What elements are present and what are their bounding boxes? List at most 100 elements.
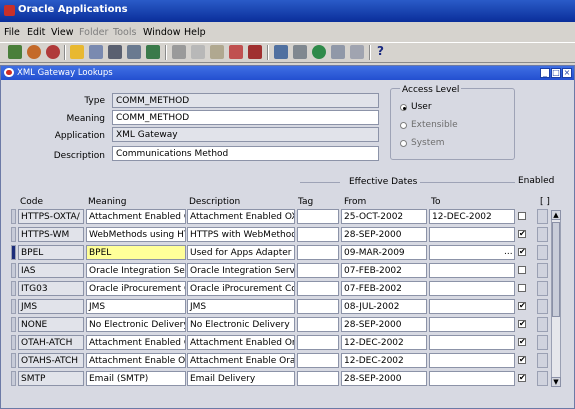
tag-cell[interactable] bbox=[297, 209, 339, 224]
user-radio-label[interactable]: User bbox=[411, 102, 432, 112]
user-radio[interactable] bbox=[400, 104, 407, 111]
code-cell[interactable]: OTAH-ATCH bbox=[18, 335, 84, 350]
tag-cell[interactable] bbox=[297, 317, 339, 332]
row-selector[interactable] bbox=[11, 227, 16, 242]
to-cell[interactable] bbox=[429, 353, 515, 368]
from-cell[interactable]: 28-SEP-2000 bbox=[341, 371, 427, 386]
minimize-button[interactable]: _ bbox=[540, 68, 550, 78]
descriptive-flexfield-cell[interactable] bbox=[537, 263, 548, 278]
descriptive-flexfield-cell[interactable] bbox=[537, 299, 548, 314]
description-cell[interactable]: Oracle Integration Serve bbox=[187, 263, 295, 278]
meaning-cell[interactable]: Attachment Enabled C bbox=[86, 335, 186, 350]
row-selector[interactable] bbox=[11, 299, 16, 314]
close-button[interactable]: × bbox=[562, 68, 572, 78]
descriptive-flexfield-cell[interactable] bbox=[537, 209, 548, 224]
meaning-cell[interactable]: Attachment Enable Or bbox=[86, 353, 186, 368]
enabled-checkbox[interactable]: ✔ bbox=[518, 338, 526, 346]
description-cell[interactable]: No Electronic Delivery bbox=[187, 317, 295, 332]
menu-tools[interactable]: Tools bbox=[113, 27, 136, 38]
scroll-thumb[interactable] bbox=[552, 222, 560, 317]
enabled-checkbox[interactable] bbox=[518, 284, 526, 292]
tag-cell[interactable] bbox=[297, 353, 339, 368]
from-cell[interactable]: 07-FEB-2002 bbox=[341, 263, 427, 278]
enabled-checkbox[interactable]: ✔ bbox=[518, 302, 526, 310]
help-icon[interactable]: ? bbox=[377, 44, 384, 58]
code-cell[interactable]: SMTP bbox=[18, 371, 84, 386]
navigator-icon[interactable] bbox=[46, 45, 60, 59]
tag-cell[interactable] bbox=[297, 263, 339, 278]
new-icon[interactable] bbox=[8, 45, 22, 59]
scroll-down-arrow[interactable]: ▼ bbox=[551, 377, 561, 387]
extensible-radio-label[interactable]: Extensible bbox=[411, 120, 458, 130]
from-cell[interactable]: 28-SEP-2000 bbox=[341, 227, 427, 242]
maximize-button[interactable]: □ bbox=[551, 68, 561, 78]
code-cell[interactable]: OTAHS-ATCH bbox=[18, 353, 84, 368]
tag-cell[interactable] bbox=[297, 335, 339, 350]
descriptive-flexfield-cell[interactable] bbox=[537, 371, 548, 386]
code-cell[interactable]: JMS bbox=[18, 299, 84, 314]
descriptive-flexfield-cell[interactable] bbox=[537, 317, 548, 332]
meaning-cell[interactable]: JMS bbox=[86, 299, 186, 314]
row-selector[interactable] bbox=[11, 263, 16, 278]
delete-record-icon[interactable] bbox=[248, 45, 262, 59]
descriptive-flexfield-cell[interactable] bbox=[537, 353, 548, 368]
row-selector[interactable] bbox=[11, 371, 16, 386]
descriptive-flexfield-cell[interactable] bbox=[537, 281, 548, 296]
row-selector[interactable] bbox=[11, 209, 16, 224]
description-cell[interactable]: Email Delivery bbox=[187, 371, 295, 386]
row-selector[interactable] bbox=[11, 317, 16, 332]
zoom-icon[interactable] bbox=[293, 45, 307, 59]
code-cell[interactable]: NONE bbox=[18, 317, 84, 332]
row-selector[interactable] bbox=[11, 281, 16, 296]
to-cell[interactable] bbox=[429, 263, 515, 278]
copy-icon[interactable] bbox=[191, 45, 205, 59]
row-selector[interactable] bbox=[11, 353, 16, 368]
menu-folder[interactable]: Folder bbox=[79, 27, 108, 38]
system-radio[interactable] bbox=[400, 140, 407, 147]
extensible-radio[interactable] bbox=[400, 122, 407, 129]
to-cell[interactable]: 12-DEC-2002 bbox=[429, 209, 515, 224]
to-cell[interactable] bbox=[429, 317, 515, 332]
meaning-cell[interactable]: WebMethods using HT bbox=[86, 227, 186, 242]
tag-cell[interactable] bbox=[297, 371, 339, 386]
description-cell[interactable]: JMS bbox=[187, 299, 295, 314]
from-cell[interactable]: 08-JUL-2002 bbox=[341, 299, 427, 314]
from-cell[interactable]: 07-FEB-2002 bbox=[341, 281, 427, 296]
meaning-cell[interactable]: Email (SMTP) bbox=[86, 371, 186, 386]
meaning-cell[interactable]: No Electronic Delivery bbox=[86, 317, 186, 332]
print-icon[interactable] bbox=[108, 45, 122, 59]
description-cell[interactable]: Attachment Enabled Or bbox=[187, 335, 295, 350]
code-cell[interactable]: IAS bbox=[18, 263, 84, 278]
row-selector[interactable] bbox=[11, 245, 16, 260]
menu-help[interactable]: Help bbox=[184, 27, 206, 38]
to-cell[interactable] bbox=[429, 281, 515, 296]
enabled-checkbox[interactable]: ✔ bbox=[518, 230, 526, 238]
meaning-cell[interactable]: BPEL bbox=[86, 245, 186, 260]
to-cell[interactable] bbox=[429, 335, 515, 350]
folder-bracket[interactable]: [ ] bbox=[540, 197, 550, 207]
type-field[interactable]: COMM_METHOD bbox=[112, 93, 379, 108]
folder-tools-icon[interactable] bbox=[350, 45, 364, 59]
tag-cell[interactable] bbox=[297, 299, 339, 314]
from-cell[interactable]: 28-SEP-2000 bbox=[341, 317, 427, 332]
menu-view[interactable]: View bbox=[51, 27, 74, 38]
descriptive-flexfield-cell[interactable] bbox=[537, 335, 548, 350]
meaning-cell[interactable]: Oracle Integration Sen bbox=[86, 263, 186, 278]
close-form-icon[interactable] bbox=[127, 45, 141, 59]
from-cell[interactable]: 25-OCT-2002 bbox=[341, 209, 427, 224]
tag-cell[interactable] bbox=[297, 281, 339, 296]
to-cell[interactable] bbox=[429, 299, 515, 314]
enabled-checkbox[interactable] bbox=[518, 212, 526, 220]
enabled-checkbox[interactable]: ✔ bbox=[518, 356, 526, 364]
description-cell[interactable]: Attachment Enabled OX bbox=[187, 209, 295, 224]
menu-edit[interactable]: Edit bbox=[27, 27, 45, 38]
enabled-checkbox[interactable]: ✔ bbox=[518, 248, 526, 256]
from-cell[interactable]: 12-DEC-2002 bbox=[341, 335, 427, 350]
meaning-cell[interactable]: Attachment Enabled C bbox=[86, 209, 186, 224]
row-selector[interactable] bbox=[11, 335, 16, 350]
tag-cell[interactable] bbox=[297, 227, 339, 242]
meaning-field[interactable]: COMM_METHOD bbox=[112, 110, 379, 125]
tag-cell[interactable] bbox=[297, 245, 339, 260]
next-step-icon[interactable] bbox=[89, 45, 103, 59]
description-cell[interactable]: HTTPS with WebMethod bbox=[187, 227, 295, 242]
